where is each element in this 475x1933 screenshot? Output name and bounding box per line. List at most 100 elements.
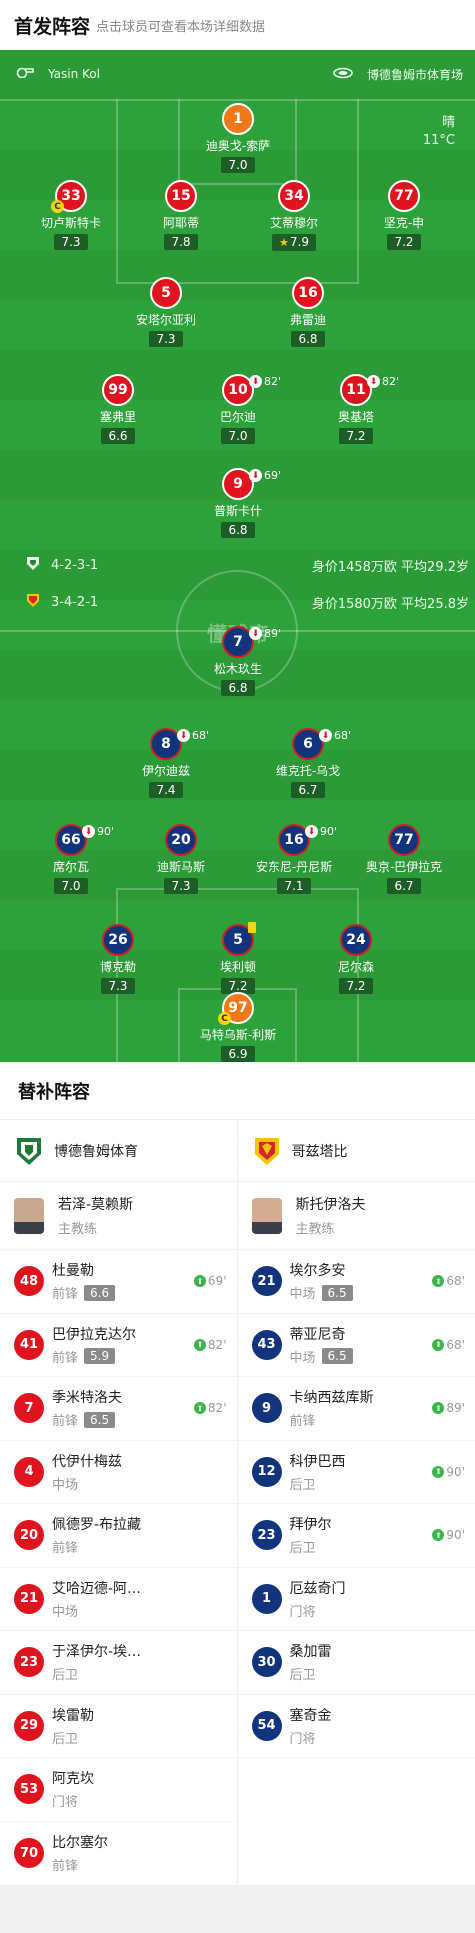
sub-name: 杜曼勒 xyxy=(52,1260,115,1280)
player-rating: 7.2 xyxy=(339,978,372,994)
player-number: 24 xyxy=(340,924,372,956)
player-name: 切卢斯特卡 xyxy=(16,214,126,231)
sub-off-indicator: ⬇82' xyxy=(249,375,281,388)
home-team-row[interactable]: 博德鲁姆体育 xyxy=(0,1120,237,1182)
sub-row[interactable]: 70 比尔塞尔 前锋 xyxy=(0,1822,237,1886)
sub-row[interactable]: 29 埃雷勒 后卫 xyxy=(0,1695,237,1759)
player-home-11[interactable]: 9 ⬇69' 普斯卡什 6.8 xyxy=(183,468,293,538)
player-number: 15 xyxy=(165,180,197,212)
player-name: 奥京-巴伊拉克 xyxy=(349,858,459,875)
sub-name: 拜伊尔 xyxy=(290,1514,332,1534)
player-away-11[interactable]: 97C 马特乌斯-利斯 6.9 xyxy=(183,992,293,1062)
player-away-2[interactable]: 8 ⬇68' 伊尔迪兹 7.4 xyxy=(111,728,221,798)
away-team-row[interactable]: 哥兹塔比 xyxy=(238,1120,475,1182)
sub-row[interactable]: 21 埃尔多安 中场6.5 ⬆68' xyxy=(238,1250,475,1314)
sub-rating: 5.9 xyxy=(84,1348,115,1364)
sub-row[interactable]: 53 阿克坎 门将 xyxy=(0,1758,237,1822)
sub-name: 阿克坎 xyxy=(52,1768,94,1788)
player-home-10[interactable]: 11 ⬇82' 奥基塔 7.2 xyxy=(301,374,411,444)
sub-row[interactable]: 48 杜曼勒 前锋6.6 ⬆69' xyxy=(0,1250,237,1314)
player-rating: 6.6 xyxy=(101,428,134,444)
player-name: 席尔瓦 xyxy=(16,858,126,875)
sub-position: 门将 xyxy=(290,1601,316,1620)
sub-row[interactable]: 23 拜伊尔 后卫 ⬆90' xyxy=(238,1504,475,1568)
player-name: 弗雷迪 xyxy=(253,311,363,328)
player-home-8[interactable]: 99 塞弗里 6.6 xyxy=(63,374,173,444)
player-name: 伊尔迪兹 xyxy=(111,762,221,779)
sub-row[interactable]: 20 佩德罗-布拉藏 前锋 xyxy=(0,1504,237,1568)
player-home-1[interactable]: 1 迪奥戈-索萨 7.0 xyxy=(183,103,293,173)
away-formation-row: 3-4-2-1 身价1580万欧 平均25.8岁 xyxy=(25,592,469,612)
home-team-logo xyxy=(14,1136,44,1166)
captain-badge: C xyxy=(218,1012,231,1025)
sub-row[interactable]: 30 桑加雷 后卫 xyxy=(238,1631,475,1695)
sub-row[interactable]: 1 厄兹奇门 门将 xyxy=(238,1568,475,1632)
sub-row[interactable]: 9 卡纳西兹库斯 前锋 ⬆89' xyxy=(238,1377,475,1441)
sub-name: 蒂亚尼奇 xyxy=(290,1324,353,1344)
home-team-small-logo xyxy=(25,555,41,575)
sub-position: 后卫 xyxy=(290,1474,316,1493)
sub-name: 艾哈迈德-阿… xyxy=(52,1578,141,1598)
player-home-4[interactable]: 34 艾蒂穆尔 ★7.9 xyxy=(239,180,349,251)
sub-name: 比尔塞尔 xyxy=(52,1832,108,1852)
sub-row[interactable]: 54 塞奇金 门将 xyxy=(238,1695,475,1759)
player-home-2[interactable]: 33C 切卢斯特卡 7.3 xyxy=(16,180,126,250)
sub-off-icon: ⬇ xyxy=(177,729,190,742)
sub-position: 后卫 xyxy=(52,1728,78,1747)
player-away-5[interactable]: 20 迪斯马斯 7.3 xyxy=(126,824,236,894)
player-home-5[interactable]: 77 坚克-申 7.2 xyxy=(349,180,459,250)
sub-name: 埃雷勒 xyxy=(52,1705,94,1725)
sub-rating: 6.5 xyxy=(322,1348,353,1364)
player-rating: 7.1 xyxy=(277,878,310,894)
sub-in-indicator: ⬆68' xyxy=(432,1274,465,1288)
player-rating: 7.8 xyxy=(164,234,197,250)
player-name: 坚克-申 xyxy=(349,214,459,231)
player-name: 安东尼-丹尼斯 xyxy=(239,858,349,875)
sub-position: 中场 xyxy=(52,1601,78,1620)
sub-in-indicator: ⬆82' xyxy=(194,1338,227,1352)
player-rating: 7.3 xyxy=(164,878,197,894)
sub-row[interactable]: 43 蒂亚尼奇 中场6.5 ⬆68' xyxy=(238,1314,475,1378)
stadium-icon xyxy=(333,67,353,82)
player-name: 迪奥戈-索萨 xyxy=(183,137,293,154)
player-away-10[interactable]: 24 尼尔森 7.2 xyxy=(301,924,411,994)
home-coach-row[interactable]: 若泽-莫赖斯 主教练 xyxy=(0,1182,237,1250)
player-away-1[interactable]: 7 ⬇89' 松木玖生 6.8 xyxy=(183,626,293,696)
sub-row[interactable]: 4 代伊什梅兹 中场 xyxy=(0,1441,237,1505)
player-away-6[interactable]: 16 ⬇90' 安东尼-丹尼斯 7.1 xyxy=(239,824,349,894)
sub-in-icon: ⬆ xyxy=(432,1275,444,1287)
player-away-8[interactable]: 26 博克勒 7.3 xyxy=(63,924,173,994)
sub-name: 卡纳西兹库斯 xyxy=(290,1387,374,1407)
coach-role: 主教练 xyxy=(58,1218,133,1237)
coach-role: 主教练 xyxy=(296,1218,366,1237)
player-name: 塞弗里 xyxy=(63,408,173,425)
sub-number: 12 xyxy=(252,1457,282,1487)
sub-row[interactable]: 7 季米特洛夫 前锋6.5 ⬆82' xyxy=(0,1377,237,1441)
player-home-3[interactable]: 15 阿耶蒂 7.8 xyxy=(126,180,236,250)
sub-in-icon: ⬆ xyxy=(432,1529,444,1541)
sub-row[interactable]: 23 于泽伊尔-埃… 后卫 xyxy=(0,1631,237,1695)
sub-row[interactable]: 12 科伊巴西 后卫 ⬆90' xyxy=(238,1441,475,1505)
player-away-7[interactable]: 77 奥京-巴伊拉克 6.7 xyxy=(349,824,459,894)
sub-off-icon: ⬇ xyxy=(305,825,318,838)
player-rating: 7.9 xyxy=(290,235,309,249)
sub-number: 7 xyxy=(14,1393,44,1423)
sub-row[interactable]: 41 巴伊拉克达尔 前锋5.9 ⬆82' xyxy=(0,1314,237,1378)
player-home-9[interactable]: 10 ⬇82' 巴尔迪 7.0 xyxy=(183,374,293,444)
player-away-9[interactable]: 5 埃利顿 7.2 xyxy=(183,924,293,994)
player-home-6[interactable]: 5 安塔尔亚利 7.3 xyxy=(111,277,221,347)
sub-off-indicator: ⬇68' xyxy=(319,729,351,742)
sub-row[interactable]: 21 艾哈迈德-阿… 中场 xyxy=(0,1568,237,1632)
player-home-7[interactable]: 16 弗雷迪 6.8 xyxy=(253,277,363,347)
star-icon: ★ xyxy=(279,236,289,249)
away-coach-row[interactable]: 斯托伊洛夫 主教练 xyxy=(238,1182,475,1250)
sub-off-icon: ⬇ xyxy=(367,375,380,388)
player-name: 阿耶蒂 xyxy=(126,214,236,231)
player-away-4[interactable]: 66 ⬇90' 席尔瓦 7.0 xyxy=(16,824,126,894)
player-away-3[interactable]: 6 ⬇68' 维克托-乌戈 6.7 xyxy=(253,728,363,798)
sub-position: 前锋 xyxy=(52,1410,78,1429)
player-name: 奥基塔 xyxy=(301,408,411,425)
sub-position: 后卫 xyxy=(52,1664,78,1683)
player-rating: 7.3 xyxy=(149,331,182,347)
sub-position: 中场 xyxy=(290,1283,316,1302)
